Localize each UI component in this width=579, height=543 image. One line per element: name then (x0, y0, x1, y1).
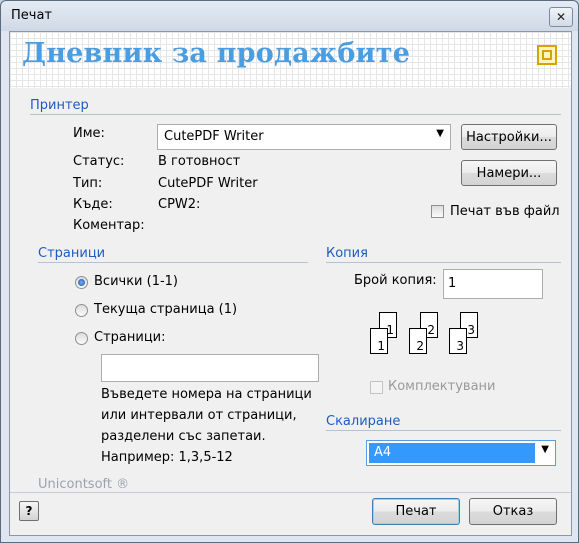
brand-label: Unicontsoft ® (38, 477, 130, 492)
find-printer-button[interactable]: Намери... (461, 160, 557, 186)
page-range-label[interactable]: Страници: (94, 330, 166, 345)
banner: Дневник за продажбите (10, 32, 571, 88)
footer-divider (10, 492, 571, 493)
type-value: CutePDF Writer (158, 176, 258, 191)
hint-line: Въведете номера на страници (101, 387, 312, 402)
hint-line: Например: 1,3,5-12 (101, 450, 233, 465)
copies-group-heading: Копия (326, 246, 368, 261)
location-value: CPW2: (158, 197, 201, 212)
scaling-group-divider (326, 430, 561, 431)
status-value: В готовност (158, 154, 241, 169)
dialog-client-area: Дневник за продажбите Принтер Име: CuteP… (9, 31, 572, 536)
all-pages-label[interactable]: Всички (1-1) (94, 274, 178, 289)
printer-group-divider (30, 114, 561, 115)
chevron-down-icon: ▼ (541, 444, 549, 455)
hint-line: разделени със запетаи. (101, 429, 266, 444)
page-icon: 2 (409, 328, 427, 354)
location-label: Къде: (73, 197, 113, 212)
scaling-select[interactable]: A4 ▼ (366, 440, 556, 466)
copies-count-label: Брой копия: (354, 273, 437, 288)
pages-group-divider (38, 262, 308, 263)
report-icon (537, 45, 557, 65)
current-page-label[interactable]: Текуща страница (1) (94, 302, 237, 317)
printer-group-heading: Принтер (30, 98, 89, 113)
hint-line: или интервали от страници, (101, 408, 297, 423)
title-bar[interactable]: Печат ✕ (1, 1, 578, 31)
printer-name-select[interactable]: CutePDF Writer ▼ (157, 124, 451, 150)
selection-highlight (369, 443, 535, 463)
status-label: Статус: (73, 154, 125, 169)
collate-illustration: 1 1 2 2 3 3 (370, 312, 500, 366)
current-page-radio[interactable] (75, 304, 88, 317)
page-range-radio[interactable] (75, 332, 88, 345)
collate-checkbox[interactable] (370, 381, 383, 394)
scaling-group-heading: Скалиране (326, 414, 401, 429)
help-button[interactable]: ? (19, 501, 39, 521)
copies-group-divider (326, 262, 561, 263)
print-button[interactable]: Печат (372, 498, 460, 525)
close-button[interactable]: ✕ (549, 7, 573, 27)
close-icon: ✕ (555, 10, 567, 24)
scaling-value: A4 (374, 445, 392, 460)
chevron-down-icon: ▼ (436, 128, 444, 139)
copies-count-input[interactable]: 1 (443, 269, 543, 299)
page-range-input[interactable] (101, 354, 319, 382)
printer-name-label: Име: (73, 126, 105, 141)
print-to-file-checkbox[interactable] (431, 205, 444, 218)
type-label: Тип: (73, 176, 103, 191)
page-icon: 1 (370, 328, 388, 354)
copies-count-value: 1 (448, 276, 457, 291)
cancel-button[interactable]: Отказ (469, 498, 557, 525)
print-dialog-window: Печат ✕ Дневник за продажбите Принтер Им… (0, 0, 579, 543)
all-pages-radio[interactable] (75, 276, 88, 289)
collate-label[interactable]: Комплектувани (388, 379, 496, 394)
printer-name-value: CutePDF Writer (164, 129, 264, 144)
comment-label: Коментар: (73, 218, 145, 233)
page-icon: 3 (449, 328, 467, 354)
settings-button[interactable]: Настройки... (461, 124, 557, 150)
help-icon: ? (25, 504, 33, 518)
window-title: Печат (11, 8, 52, 23)
page-range-hint: Въведете номера на страници или интервал… (101, 384, 312, 468)
banner-title: Дневник за продажбите (22, 38, 411, 69)
print-to-file-label[interactable]: Печат във файл (450, 204, 560, 219)
pages-group-heading: Страници (38, 246, 106, 261)
